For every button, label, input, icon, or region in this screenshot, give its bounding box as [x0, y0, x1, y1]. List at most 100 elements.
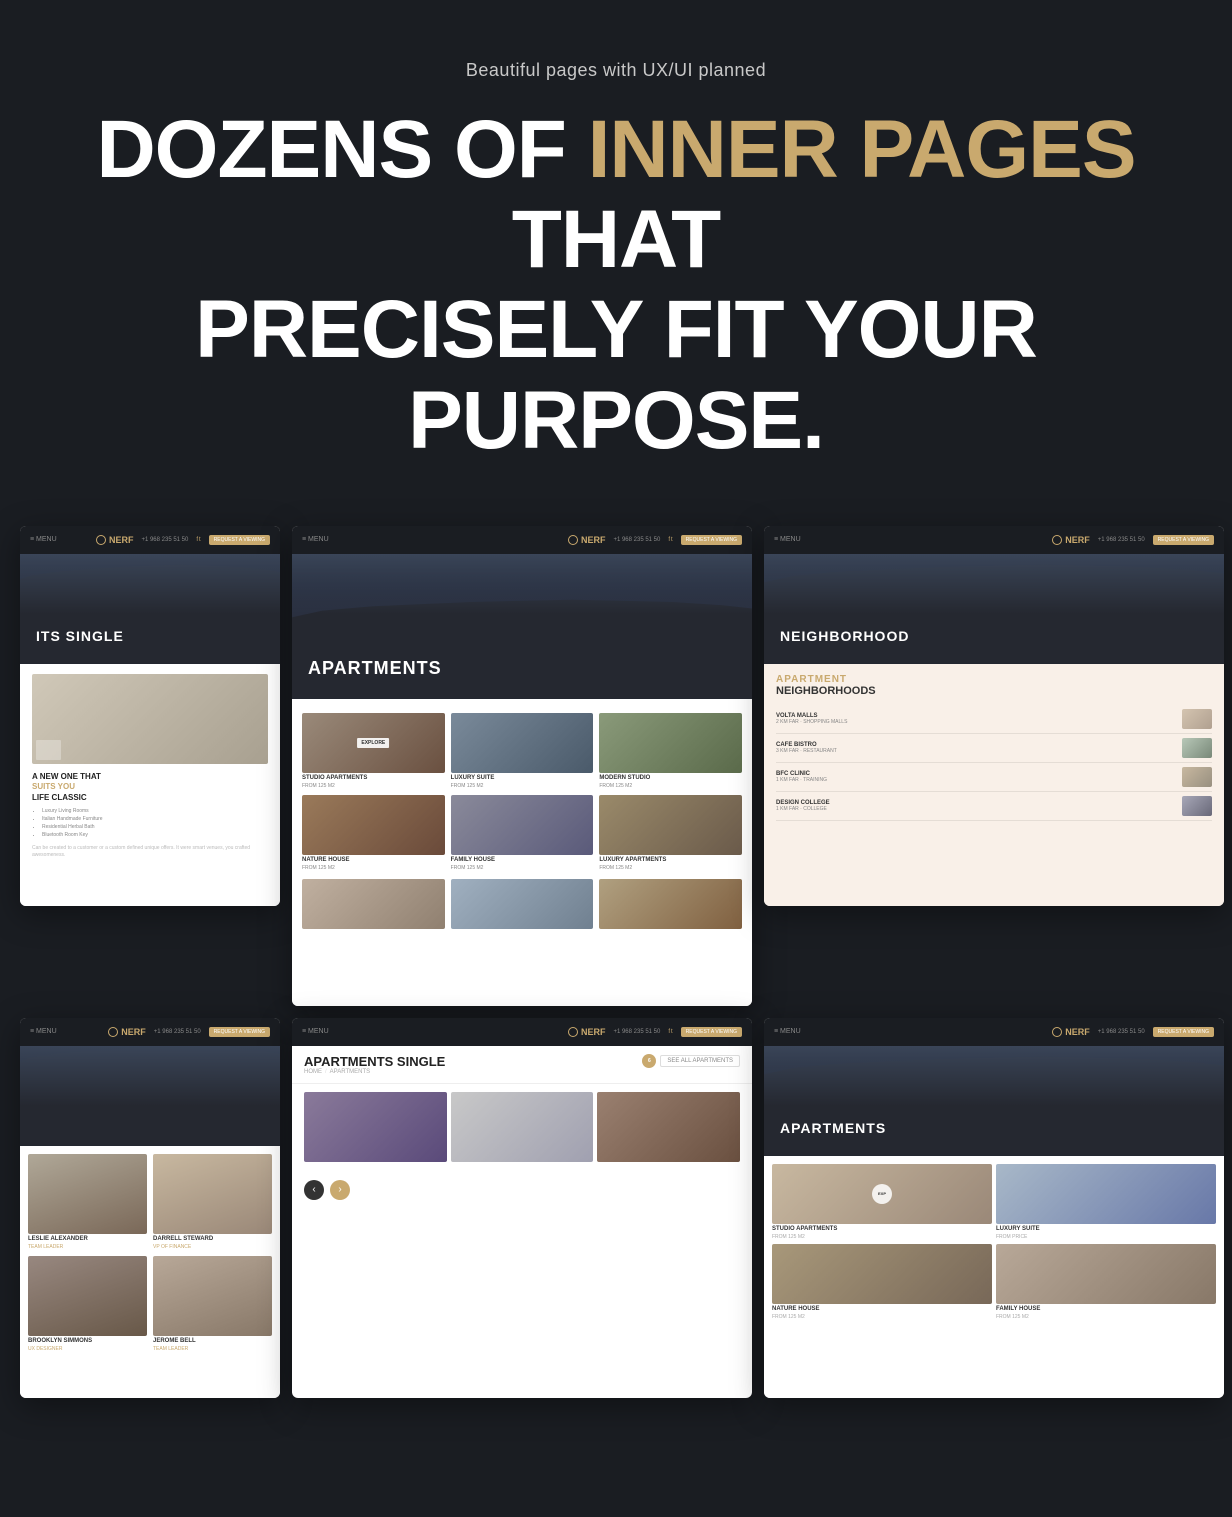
nbh-item-1-info: VOLTA MALLS 2 KM FAR · SHOPPING MALLS [776, 713, 847, 725]
more-apt-1 [302, 879, 445, 929]
apt-price-3: FROM 125 M2 [599, 783, 742, 789]
nbh-item-3: BFC CLINIC 1 KM FAR · TRAINING [776, 763, 1212, 792]
more-apt-items [302, 879, 742, 929]
nav-cta-btn[interactable]: REQUEST A VIEWING [209, 535, 270, 545]
apt-price-1: FROM 125 M2 [302, 783, 445, 789]
tw-icon: t [199, 537, 201, 543]
apt-count-num: 6 [648, 1058, 651, 1064]
nav-phone: +1 968 235 51 50 [141, 537, 188, 543]
nav-phone-single: +1 968 235 51 50 [613, 1029, 660, 1035]
apt-img-6 [599, 795, 742, 855]
nbh-item-4-info: DESIGN COLLEGE 1 KM FAR · COLLEGE [776, 800, 830, 812]
team-name-4: JEROME BELL [153, 1338, 272, 1344]
breadcrumb-home: HOME [304, 1069, 322, 1075]
fb-icon-single: f [668, 1029, 670, 1035]
see-all-container: 6 SEE ALL APARTMENTS [642, 1054, 740, 1068]
hero-title-label: ITS SINGLE [36, 628, 124, 644]
nav-logo-nbh: NERF [1052, 535, 1090, 545]
mini-nav-single: ≡ MENU NERF +1 968 235 51 50 f t REQUEST… [292, 1018, 752, 1046]
cta-btn-team[interactable]: REQUEST A VIEWING [209, 1027, 270, 1037]
nbh-item-2: CAFE BISTRO 3 KM FAR · RESTAURANT [776, 734, 1212, 763]
nbh-item-3-img [1182, 767, 1212, 787]
cta-btn-single[interactable]: REQUEST A VIEWING [681, 1027, 742, 1037]
apt-img-2 [451, 713, 594, 773]
nav-logo-grid: NERF [1052, 1027, 1090, 1037]
social-icons-single: f t [668, 1029, 672, 1035]
hero-sky-overlay [20, 554, 280, 614]
grid-img-4 [996, 1244, 1216, 1304]
mini-nav-team: ≡ MENU NERF +1 968 235 51 50 REQUEST A V… [20, 1018, 280, 1046]
mini-nav-property: ≡ MENU NERF +1 968 235 51 50 f t REQUEST… [20, 526, 280, 554]
nav-phone-apts: +1 968 235 51 50 [613, 537, 660, 543]
apartments-content: EXPLORE STUDIO APARTMENTS FROM 125 M2 LU… [292, 699, 752, 1006]
nav-menu-grid: ≡ MENU [774, 1028, 801, 1035]
grid-content: EXP STUDIO APARTMENTS FROM 125 M2 LUXURY… [764, 1156, 1224, 1398]
apt-img-1: EXPLORE [302, 713, 445, 773]
neighborhood-content: APARTMENT NEIGHBORHOODS VOLTA MALLS 2 KM… [764, 664, 1224, 906]
next-btn[interactable]: › [330, 1180, 350, 1200]
single-img-3 [597, 1092, 740, 1162]
nav-logo: NERF [96, 535, 134, 545]
team-role-2: VP OF FINANCE [153, 1244, 272, 1250]
team-name-1: LESLIE ALEXANDER [28, 1236, 147, 1242]
nbh-item-4-name: DESIGN COLLEGE [776, 800, 830, 806]
nav-phone-team: +1 968 235 51 50 [154, 1029, 201, 1035]
team-role-4: TEAM LEADER [153, 1346, 272, 1352]
single-img-1 [304, 1092, 447, 1162]
apt-img-3 [599, 713, 742, 773]
team-name-3: BROOKLYN SIMMONS [28, 1338, 147, 1344]
ps-small-image [36, 740, 61, 760]
nav-dots: ‹ › [292, 1170, 752, 1210]
nbh-item-2-info: CAFE BISTRO 3 KM FAR · RESTAURANT [776, 742, 837, 754]
grid-img-2 [996, 1164, 1216, 1224]
nav-logo-apts: NERF [568, 535, 606, 545]
nav-menu-label: ≡ MENU [30, 536, 57, 543]
grid-hero-title: APARTMENTS [780, 1120, 886, 1136]
breadcrumb-page: APARTMENTS [330, 1069, 370, 1075]
tw-icon-apts: t [671, 537, 673, 543]
explore-circle-1[interactable]: EXP [872, 1184, 892, 1204]
apt-item-6: LUXURY APARTMENTS FROM 125 M2 [599, 795, 742, 871]
grid-price-4: FROM 125 M2 [996, 1314, 1216, 1320]
apt-item-4: NATURE HOUSE FROM 125 M2 [302, 795, 445, 871]
neighborhood-card: ≡ MENU NERF +1 968 235 51 50 REQUEST A V… [764, 526, 1224, 906]
nbh-item-4-sub: 1 KM FAR · COLLEGE [776, 806, 830, 812]
screenshots-grid: ≡ MENU NERF +1 968 235 51 50 f t REQUEST… [0, 506, 1232, 1428]
apt-price-4: FROM 125 M2 [302, 865, 445, 871]
apartments-card: ≡ MENU NERF +1 968 235 51 50 f t REQUEST… [292, 526, 752, 1006]
logo-circle-apts [568, 535, 578, 545]
property-single-card: ≡ MENU NERF +1 968 235 51 50 f t REQUEST… [20, 526, 280, 906]
explore-btn-1[interactable]: EXPLORE [357, 738, 389, 748]
team-role-1: TEAM LEADER [28, 1244, 147, 1250]
grid-item-3: NATURE HOUSE FROM 125 M2 [772, 1244, 992, 1320]
apartments-grid-card: ≡ MENU NERF +1 968 235 51 50 REQUEST A V… [764, 1018, 1224, 1398]
team-member-3: BROOKLYN SIMMONS UX DESIGNER [28, 1256, 147, 1352]
title-part2: THAT [512, 194, 721, 285]
nbh-item-1: VOLTA MALLS 2 KM FAR · SHOPPING MALLS [776, 705, 1212, 734]
team-photo-1 [28, 1154, 147, 1234]
grid-label-3: NATURE HOUSE [772, 1306, 992, 1312]
property-single-content: A NEW ONE THAT SUITS YOU LIFE CLASSIC Lu… [20, 664, 280, 906]
grid-hero: APARTMENTS [764, 1046, 1224, 1156]
mini-nav-neighborhood: ≡ MENU NERF +1 968 235 51 50 REQUEST A V… [764, 526, 1224, 554]
single-img-2 [451, 1092, 594, 1162]
fb-icon: f [196, 537, 198, 543]
cta-btn-grid[interactable]: REQUEST A VIEWING [1153, 1027, 1214, 1037]
apartments-single-card: ≡ MENU NERF +1 968 235 51 50 f t REQUEST… [292, 1018, 752, 1398]
apt-name-2: LUXURY SUITE [451, 775, 594, 781]
ps-features-list: Luxury Living Rooms Italian Handmade Fur… [32, 807, 268, 839]
right-arrow-icon: › [338, 1184, 341, 1195]
team-photo-4 [153, 1256, 272, 1336]
cta-btn-apts[interactable]: REQUEST A VIEWING [681, 535, 742, 545]
apt-price-6: FROM 125 M2 [599, 865, 742, 871]
logo-circle-team [108, 1027, 118, 1037]
grid-item-1: EXP STUDIO APARTMENTS FROM 125 M2 [772, 1164, 992, 1240]
property-hero: ITS SINGLE [20, 554, 280, 664]
nbh-hero-title: NEIGHBORHOOD [780, 628, 909, 644]
see-all-btn[interactable]: SEE ALL APARTMENTS [660, 1055, 740, 1067]
cta-btn-nbh[interactable]: REQUEST A VIEWING [1153, 535, 1214, 545]
mini-nav-apartments: ≡ MENU NERF +1 968 235 51 50 f t REQUEST… [292, 526, 752, 554]
prev-btn[interactable]: ‹ [304, 1180, 324, 1200]
left-arrow-icon: ‹ [312, 1184, 315, 1195]
header-section: Beautiful pages with UX/UI planned DOZEN… [0, 0, 1232, 506]
